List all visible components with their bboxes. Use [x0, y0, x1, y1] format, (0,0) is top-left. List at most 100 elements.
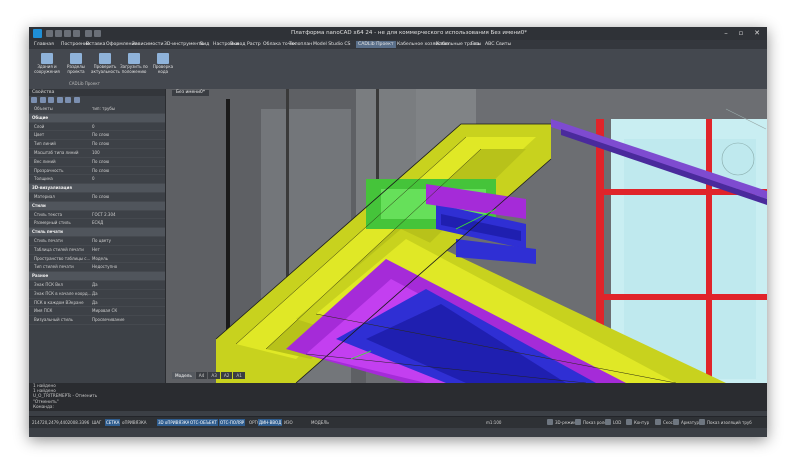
download-icon	[128, 53, 140, 64]
print-icon[interactable]	[73, 30, 80, 37]
ribbon-tab[interactable]: Зависимости	[130, 41, 165, 48]
ribbon-tab[interactable]: CADLib Проект	[356, 41, 396, 48]
property-key: Толщина	[34, 176, 53, 182]
property-section[interactable]: 3D-визуализация	[29, 184, 165, 193]
redo-icon[interactable]	[94, 30, 101, 37]
property-value: ЕСКД	[92, 220, 104, 226]
property-value: Просвечивание	[92, 317, 125, 323]
status-toggle[interactable]: ИЗО	[283, 419, 294, 426]
property-section[interactable]: Общие	[29, 113, 165, 123]
property-row[interactable]: Имя ПСК Мировая СК	[29, 307, 165, 317]
property-key: Объекты	[34, 106, 53, 111]
sort-icon[interactable]	[65, 97, 72, 103]
ribbon-tab[interactable]: Model Studio CS	[311, 41, 352, 48]
status-toggle[interactable]: МОДЕЛЬ	[310, 419, 330, 426]
property-key: Визуальный стиль	[34, 317, 73, 323]
drawing-viewport[interactable]: Без имени0* Модель A4 A3 A2 A1	[166, 89, 767, 383]
layout-tab[interactable]: A3	[208, 372, 220, 379]
property-value: По слою	[92, 141, 110, 147]
toggle-pickadd-icon[interactable]	[56, 97, 63, 103]
property-row[interactable]: Материал По слою	[29, 193, 165, 202]
property-row[interactable]: Толщина 0	[29, 175, 165, 185]
property-section[interactable]: Стили	[29, 201, 165, 211]
buildings-button[interactable]: Здания и сооружения	[33, 53, 61, 79]
property-row[interactable]: Знак ПСК Вкл Да	[29, 281, 165, 290]
close-button[interactable]: ✕	[752, 29, 762, 37]
status-toggle[interactable]: ШАГ	[91, 419, 102, 426]
sections-icon	[70, 53, 82, 64]
building-icon	[41, 53, 53, 64]
property-section[interactable]: Стиль печати	[29, 228, 165, 237]
app-logo-icon[interactable]	[33, 29, 42, 38]
property-row[interactable]: Знак ПСК в начале коорд... Да	[29, 290, 165, 299]
quick-select-icon[interactable]	[39, 97, 46, 103]
load-by-position-button[interactable]: Загрузить по положению	[120, 53, 148, 79]
status-toggle[interactable]: СЕТКА	[105, 419, 121, 426]
layout-tabs: Модель A4 A3 A2 A1	[172, 372, 246, 379]
status-toggle[interactable]: Контур	[633, 419, 650, 426]
layout-tab[interactable]: A1	[233, 372, 245, 379]
status-toggle-icon[interactable]	[605, 419, 611, 425]
property-row[interactable]: Визуальный стиль Просвечивание	[29, 316, 165, 325]
check-actuality-button[interactable]: Проверить актуальность	[91, 53, 120, 79]
status-toggle-icon[interactable]	[626, 419, 632, 425]
open-file-icon[interactable]	[55, 30, 62, 37]
property-key: Имя ПСК	[34, 308, 53, 314]
document-tab[interactable]: Без имени0*	[172, 90, 210, 96]
status-toggle[interactable]: ДИН-ВВОД	[258, 419, 283, 426]
buildings-button-label: Здания и сооружения	[34, 64, 60, 74]
status-toggle-icon[interactable]	[575, 419, 581, 425]
property-row[interactable]: Стиль текста ГОСТ 2.304	[29, 211, 165, 220]
status-toggle-icon[interactable]	[673, 419, 679, 425]
property-row[interactable]: Стиль печати По цвету	[29, 237, 165, 246]
ribbon-tab[interactable]: Вид	[198, 41, 211, 48]
new-file-icon[interactable]	[46, 30, 53, 37]
scale-readout[interactable]: m1:100	[485, 419, 502, 426]
ribbon-tab[interactable]: Главная	[32, 41, 56, 48]
layout-tab[interactable]: A4	[195, 372, 208, 379]
property-row[interactable]: Вес линий По слою	[29, 158, 165, 167]
layout-tab[interactable]: Модель	[172, 372, 195, 379]
property-key: Прозрачность	[34, 167, 64, 173]
ribbon-tab[interactable]: Гео	[469, 41, 481, 48]
3d-model-render[interactable]	[166, 89, 767, 383]
property-row[interactable]: Тип линий По слою	[29, 140, 165, 149]
save-icon[interactable]	[64, 30, 71, 37]
property-row[interactable]: Масштаб типа линий 100	[29, 149, 165, 158]
layout-tab[interactable]: A2	[220, 372, 233, 379]
status-toggle-icon[interactable]	[699, 419, 705, 425]
property-section[interactable]: Разное	[29, 272, 165, 281]
property-value: По слою	[92, 167, 110, 173]
status-toggle[interactable]: оПРИВЯЗКА	[121, 419, 148, 426]
property-row[interactable]: Размерный стиль ЕСКД	[29, 219, 165, 229]
property-value: По слою	[92, 158, 110, 164]
help-icon[interactable]	[73, 97, 80, 103]
status-toggle[interactable]: 3D-режим	[554, 419, 577, 426]
title-bar: Платформа nanoCAD x64 24 - не для коммер…	[29, 27, 767, 40]
filter-icon[interactable]	[48, 97, 55, 103]
property-row[interactable]: ПСК в каждом ВЭкране Да	[29, 299, 165, 308]
status-toggle-icon[interactable]	[547, 419, 553, 425]
property-row-objects[interactable]: Объекты тип: трубы	[29, 105, 165, 114]
property-row[interactable]: Прозрачность По слою	[29, 167, 165, 176]
status-toggle[interactable]: LOD	[612, 419, 622, 426]
property-value: По слою	[92, 193, 110, 199]
minimize-button[interactable]: –	[721, 29, 731, 37]
status-toggle-icon[interactable]	[655, 419, 661, 425]
undo-icon[interactable]	[85, 30, 92, 37]
status-toggle[interactable]: Показ изоляций труб	[706, 419, 753, 426]
property-row[interactable]: Слой 0	[29, 123, 165, 132]
command-line[interactable]: 1 найдено 1 найдено U_O_TRITREMEPTs - Отме…	[29, 383, 767, 411]
property-row[interactable]: Пространство таблицы с... Модель	[29, 255, 165, 264]
status-toggle[interactable]: ОТС-ПОЛЯР	[219, 419, 246, 426]
property-row[interactable]: Таблица стилей печати Нет	[29, 246, 165, 255]
maximize-button[interactable]: ▫	[736, 29, 746, 37]
project-sections-button[interactable]: Разделы проекта	[62, 53, 90, 79]
property-row[interactable]: Тип стилей печати Недоступно	[29, 263, 165, 273]
status-toggle[interactable]: ОТС-ОБЪЕКТ	[189, 419, 218, 426]
select-objects-icon[interactable]	[31, 97, 37, 103]
code-check-button[interactable]: Проверка кода	[149, 53, 177, 79]
ribbon-tab[interactable]: ABC Свиты	[483, 41, 513, 48]
status-toggle[interactable]: 3D оПРИВЯЗКА	[157, 419, 191, 426]
property-row[interactable]: Цвет По слою	[29, 131, 165, 141]
